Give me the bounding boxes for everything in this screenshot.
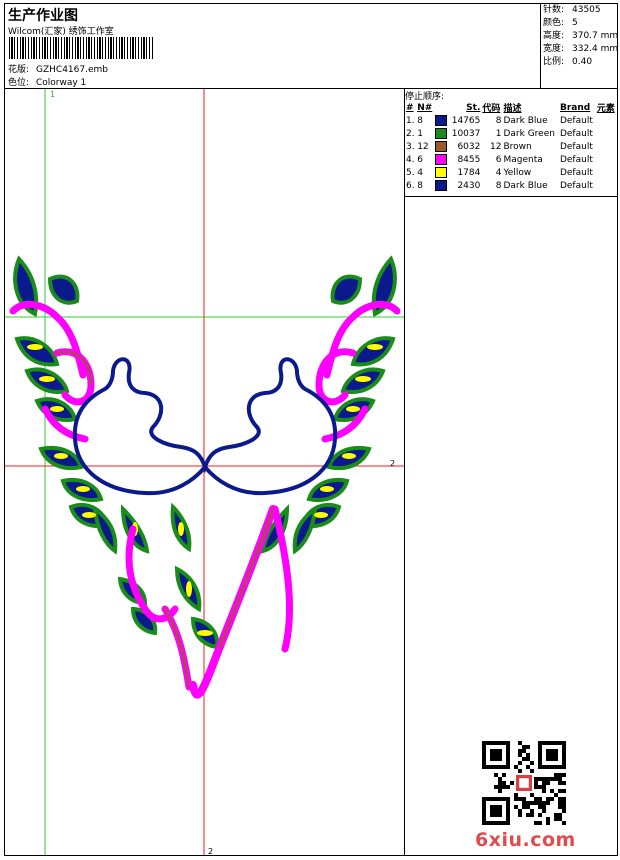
color-swatch [434, 127, 449, 140]
col-header: # [406, 102, 414, 113]
row-description: Yellow [503, 167, 532, 178]
color-swatch-box [435, 141, 448, 152]
barcode [9, 37, 154, 59]
stat-height: 高度: 370.7 mm [543, 31, 619, 41]
row-stitches: 6032 [457, 141, 481, 152]
sheet-title: 生产作业图 [8, 8, 78, 24]
color-swatch-box [435, 115, 448, 126]
row-element [596, 140, 617, 153]
central-stem [189, 505, 277, 699]
production-sheet: 生产作业图 Wilcom(汇家) 绣饰工作室 花版: GZHC4167.emb 色… [4, 3, 618, 856]
neckline-outline [72, 357, 338, 496]
stat-stitches: 针数: 43505 [543, 5, 601, 15]
row-needle: 4 [417, 167, 423, 178]
colorway-line: 色位: Colorway 1 [8, 75, 86, 88]
table-row: 2. 1 10037 1 Dark Green Default [405, 127, 617, 140]
row-code: 4 [495, 167, 502, 178]
col-header: St. [466, 102, 481, 113]
design-line: 花版: GZHC4167.emb [8, 62, 108, 75]
row-element [596, 127, 617, 140]
color-swatch [434, 153, 449, 166]
row-description: Magenta [503, 154, 543, 165]
row-index: 1. [406, 115, 415, 126]
row-brand: Default [559, 167, 593, 178]
table-row: 1. 8 14765 8 Dark Blue Default [405, 114, 617, 127]
stat-scale: 比例: 0.40 [543, 57, 593, 67]
stop-sequence-table: # N# St. 代码 描述 Brand 元素 1. 8 14765 8 Dark Bl… [405, 101, 617, 192]
row-needle: 8 [417, 115, 423, 126]
qr-code [482, 741, 566, 825]
col-header: 元素 [596, 104, 615, 114]
color-swatch-box [435, 180, 448, 191]
stats-panel: 针数: 43505 颜色: 5 高度: 370.7 mm 宽度: 332.4 mm 比例… [540, 4, 618, 88]
row-needle: 8 [417, 180, 423, 191]
stat-colors: 颜色: 5 [543, 18, 578, 28]
table-row: 4. 6 8455 6 Magenta Default [405, 153, 617, 166]
row-stitches: 8455 [457, 154, 481, 165]
color-swatch [434, 114, 449, 127]
watermark: 6xiu.com [475, 829, 576, 851]
row-stitches: 1784 [457, 167, 481, 178]
color-swatch-box [435, 128, 448, 139]
guide-label-bottom: 2 [208, 847, 213, 855]
row-description: Dark Blue [503, 180, 548, 191]
col-header [434, 101, 449, 114]
row-description: Brown [503, 141, 532, 152]
row-element [596, 166, 617, 179]
row-code: 8 [495, 180, 502, 191]
row-index: 4. [406, 154, 415, 165]
color-swatch [434, 166, 449, 179]
design-file: GZHC4167.emb [36, 65, 108, 75]
row-brand: Default [559, 141, 593, 152]
row-needle: 1 [417, 128, 423, 139]
embroidery-motif-left [9, 255, 220, 691]
panel-divider [405, 196, 617, 197]
row-code: 6 [495, 154, 502, 165]
table-row: 3. 12 6032 12 Brown Default [405, 140, 617, 153]
row-index: 6. [406, 180, 415, 191]
color-swatch [434, 140, 449, 153]
company-name: Wilcom(汇家) 绣饰工作室 [8, 27, 114, 37]
table-row: 5. 4 1784 4 Yellow Default [405, 166, 617, 179]
guide-label-top: 1 [50, 90, 55, 99]
row-code: 1 [495, 128, 502, 139]
row-needle: 12 [417, 141, 429, 152]
sheet-header: 生产作业图 Wilcom(汇家) 绣饰工作室 花版: GZHC4167.emb 色… [5, 4, 618, 89]
row-description: Dark Blue [503, 115, 548, 126]
row-element [596, 153, 617, 166]
row-element [596, 114, 617, 127]
stat-width: 宽度: 332.4 mm [543, 44, 619, 54]
row-index: 2. [406, 128, 415, 139]
col-header: Brand [559, 102, 591, 113]
colorway-value: Colorway 1 [36, 78, 87, 88]
table-header-row: # N# St. 代码 描述 Brand 元素 [405, 101, 617, 115]
row-code: 8 [495, 115, 502, 126]
row-brand: Default [559, 115, 593, 126]
row-brand: Default [559, 180, 593, 191]
table-row: 6. 8 2430 8 Dark Blue Default [405, 179, 617, 192]
row-index: 3. [406, 141, 415, 152]
color-swatch-box [435, 167, 448, 178]
embroidery-preview: 1 2 2 [5, 89, 404, 855]
row-code: 12 [490, 141, 502, 152]
col-header: 描述 [503, 104, 522, 114]
row-brand: Default [559, 154, 593, 165]
row-stitches: 14765 [451, 115, 481, 126]
col-header: 代码 [482, 104, 501, 114]
row-description: Dark Green [503, 128, 555, 139]
color-swatch [434, 179, 449, 192]
row-stitches: 2430 [457, 180, 481, 191]
colorway-label: 色位: [8, 78, 30, 88]
row-index: 5. [406, 167, 415, 178]
design-label: 花版: [8, 65, 30, 75]
stop-sequence-panel: 停止顺序: # N# St. 代码 描述 Brand 元素 1. 8 14765 8 D… [405, 89, 617, 855]
row-needle: 6 [417, 154, 423, 165]
color-swatch-box [435, 154, 448, 165]
row-stitches: 10037 [451, 128, 481, 139]
row-brand: Default [559, 128, 593, 139]
row-element [596, 179, 617, 192]
guide-label-right: 2 [390, 459, 395, 468]
col-header: N# [417, 102, 433, 113]
design-canvas: 1 2 2 [5, 89, 405, 855]
